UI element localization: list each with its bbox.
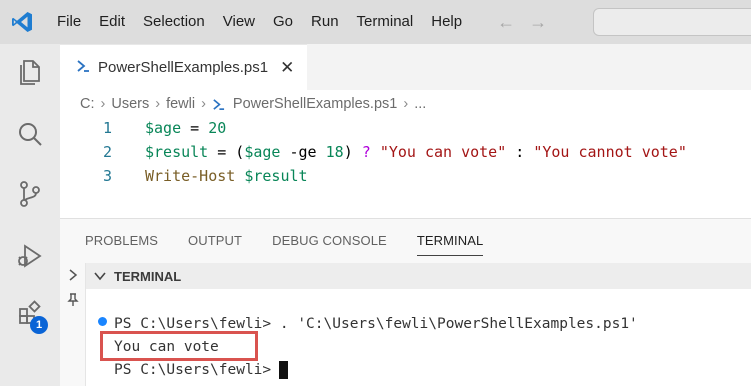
back-arrow-icon[interactable]: ← (497, 12, 515, 33)
chevron-right-icon: › (403, 96, 409, 112)
extensions-badge: 1 (30, 316, 48, 334)
menu-terminal[interactable]: Terminal (348, 0, 423, 44)
token-string: "You can vote" (379, 143, 507, 161)
pin-icon[interactable] (66, 293, 80, 307)
token-variable: $result (145, 143, 209, 161)
panel-tabs: PROBLEMS OUTPUT DEBUG CONSOLE TERMINAL (60, 219, 751, 263)
breadcrumb-file[interactable]: PowerShellExamples.ps1 (212, 96, 397, 112)
search-icon[interactable] (0, 112, 60, 156)
chevron-down-icon (94, 272, 106, 281)
token-variable: $age (244, 143, 281, 161)
token-variable: $age (145, 119, 182, 137)
vscode-logo-icon (4, 0, 40, 44)
code-line: 1 $age = 20 (60, 116, 751, 140)
extensions-icon[interactable] (0, 292, 60, 336)
terminal-prompt: PS C:\Users\fewli> (114, 362, 272, 378)
token-command: Write-Host (145, 167, 236, 185)
navigation-arrows: ← → (497, 12, 547, 33)
terminal-section-label: TERMINAL (114, 268, 182, 284)
forward-arrow-icon[interactable]: → (529, 12, 547, 33)
code-line: 2 $result = ($age -ge 18) ? "You can vot… (60, 140, 751, 164)
breadcrumb-file-label: PowerShellExamples.ps1 (232, 96, 398, 112)
command-center-search[interactable] (593, 8, 751, 36)
editor-tab-label: PowerShellExamples.ps1 (98, 59, 269, 76)
run-debug-icon[interactable] (0, 234, 60, 278)
menu-selection[interactable]: Selection (134, 0, 214, 44)
breadcrumb-fewli[interactable]: fewli (166, 96, 195, 112)
code-editor[interactable]: 1 $age = 20 2 $result = ($age -ge 18) ? … (60, 116, 751, 188)
powershell-file-icon (213, 98, 224, 110)
token-operator: ) (343, 143, 362, 161)
breadcrumb-users[interactable]: Users (111, 96, 149, 112)
token-operator: = ( (208, 143, 245, 161)
token-number: 18 (325, 143, 344, 161)
terminal-prompt-line: PS C:\Users\fewli> (114, 359, 289, 381)
token-operator: = (181, 119, 209, 137)
activity-bar: 1 (0, 44, 60, 386)
chevron-right-icon: › (155, 96, 161, 112)
code-line: 3 Write-Host $result (60, 164, 751, 188)
code-text: $age = 20 (145, 116, 226, 140)
terminal-section-header[interactable]: TERMINAL (86, 263, 751, 289)
menu-bar: File Edit Selection View Go Run Terminal… (48, 0, 471, 44)
breadcrumb: C: › Users › fewli › PowerShellExamples.… (80, 94, 426, 114)
highlight-annotation-box (100, 331, 258, 361)
token-operator: -ge (280, 143, 326, 161)
editor-tab[interactable]: PowerShellExamples.ps1 ✕ (60, 44, 307, 90)
menu-edit[interactable]: Edit (90, 0, 134, 44)
close-icon[interactable]: ✕ (280, 58, 294, 78)
code-text: Write-Host $result (145, 164, 308, 188)
source-control-icon[interactable] (0, 172, 60, 216)
editor-tab-bar: PowerShellExamples.ps1 ✕ (60, 44, 751, 90)
token-number: 20 (208, 119, 227, 137)
chevron-right-icon[interactable] (68, 269, 78, 281)
menu-file[interactable]: File (48, 0, 90, 44)
breadcrumb-drive[interactable]: C: (80, 96, 95, 112)
line-number: 1 (102, 119, 112, 137)
command-decoration-dot[interactable] (98, 317, 107, 326)
code-text: $result = ($age -ge 18) ? "You can vote"… (145, 140, 687, 164)
line-number: 2 (102, 143, 112, 161)
breadcrumb-more[interactable]: ... (414, 96, 426, 112)
terminal-cursor (279, 361, 289, 379)
tab-debug-console[interactable]: DEBUG CONSOLE (257, 219, 402, 263)
terminal-side-strip (60, 263, 86, 386)
chevron-right-icon: › (201, 96, 206, 112)
token-string: "You cannot vote" (533, 143, 687, 161)
tab-output[interactable]: OUTPUT (173, 219, 257, 263)
editor-area: PowerShellExamples.ps1 ✕ C: › Users › fe… (60, 44, 751, 218)
menu-go[interactable]: Go (264, 0, 302, 44)
title-bar: File Edit Selection View Go Run Terminal… (0, 0, 751, 44)
tab-terminal[interactable]: TERMINAL (402, 219, 499, 263)
files-icon[interactable] (0, 50, 60, 94)
menu-run[interactable]: Run (302, 0, 348, 44)
token-ternary: ? (361, 143, 380, 161)
tab-problems[interactable]: PROBLEMS (70, 219, 173, 263)
menu-view[interactable]: View (214, 0, 264, 44)
menu-help[interactable]: Help (422, 0, 471, 44)
token-variable: $result (244, 167, 308, 185)
line-number: 3 (102, 167, 112, 185)
chevron-right-icon: › (100, 96, 106, 112)
powershell-file-icon (76, 59, 90, 76)
token-operator: : (506, 143, 534, 161)
